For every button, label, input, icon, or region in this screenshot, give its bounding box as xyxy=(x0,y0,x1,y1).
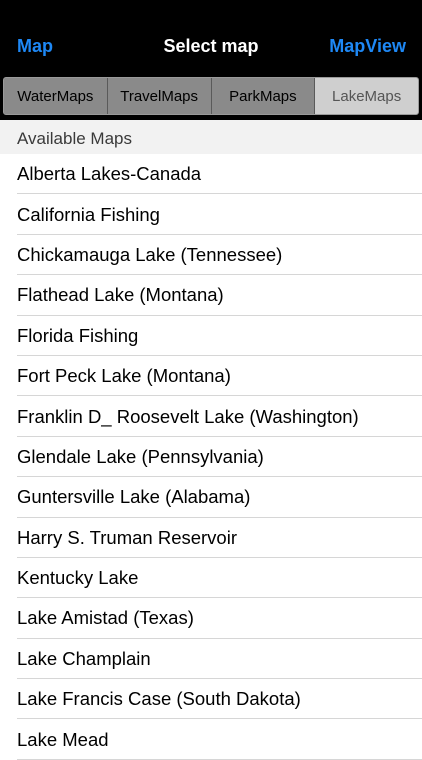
list-item[interactable]: Alberta Lakes-Canada xyxy=(0,154,422,195)
list-item[interactable]: Franklin D_ Roosevelt Lake (Washington) xyxy=(0,396,422,438)
mapview-button[interactable]: MapView xyxy=(329,36,406,57)
segment-bar: WaterMaps TravelMaps ParkMaps LakeMaps xyxy=(0,74,422,120)
available-maps-list: Alberta Lakes-Canada California Fishing … xyxy=(0,154,422,760)
list-item[interactable]: Lake Mead xyxy=(0,719,422,760)
list-item[interactable]: Fort Peck Lake (Montana) xyxy=(0,356,422,397)
list-item[interactable]: California Fishing xyxy=(0,194,422,236)
list-item[interactable]: Flathead Lake (Montana) xyxy=(0,275,422,316)
tab-travelmaps[interactable]: TravelMaps xyxy=(107,78,212,114)
map-category-segmented-control: WaterMaps TravelMaps ParkMaps LakeMaps xyxy=(3,77,419,115)
list-item[interactable]: Lake Francis Case (South Dakota) xyxy=(0,679,422,720)
list-item[interactable]: Kentucky Lake xyxy=(0,558,422,599)
tab-lakemaps[interactable]: LakeMaps xyxy=(315,78,418,114)
list-item[interactable]: Lake Amistad (Texas) xyxy=(0,598,422,640)
section-header: Available Maps xyxy=(0,120,422,154)
list-item[interactable]: Glendale Lake (Pennsylvania) xyxy=(0,437,422,478)
list-item[interactable]: Florida Fishing xyxy=(0,316,422,357)
tab-parkmaps[interactable]: ParkMaps xyxy=(211,78,316,114)
list-item[interactable]: Harry S. Truman Reservoir xyxy=(0,518,422,559)
list-item[interactable]: Guntersville Lake (Alabama) xyxy=(0,477,422,518)
list-item[interactable]: Lake Champlain xyxy=(0,639,422,680)
tab-watermaps[interactable]: WaterMaps xyxy=(4,78,108,114)
navigation-bar: Map Select map MapView xyxy=(0,0,422,74)
list-item[interactable]: Chickamauga Lake (Tennessee) xyxy=(0,235,422,276)
